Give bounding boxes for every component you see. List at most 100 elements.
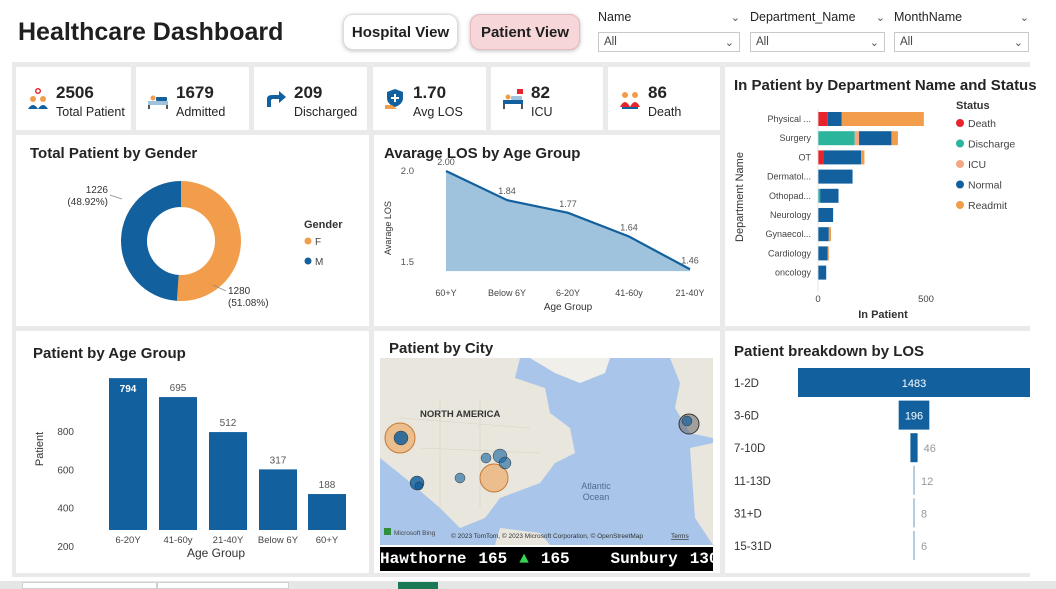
bar-segment-death xyxy=(818,112,828,126)
city-bubble[interactable] xyxy=(393,430,409,446)
legend-label-readmit: Readmit xyxy=(968,200,1007,212)
label-f-percent: (51.08%) xyxy=(228,298,269,309)
los-bar xyxy=(913,498,915,528)
x-tick-label: 41-60y xyxy=(163,535,192,546)
kpi-total-patient[interactable]: 2506 Total Patient xyxy=(16,67,131,130)
icu-bed-icon xyxy=(503,89,523,109)
legend-label-discharge: Discharge xyxy=(968,139,1015,151)
city-bubble[interactable] xyxy=(480,452,492,464)
page-tab[interactable] xyxy=(157,582,289,589)
mourning-icon xyxy=(620,92,640,109)
chevron-down-icon[interactable]: ⌄ xyxy=(1020,11,1029,24)
bar-segment-normal xyxy=(818,227,829,242)
legend-title: Gender xyxy=(304,219,343,231)
los-age-chart-card[interactable]: Avarage LOS by Age Group Avarage LOS Age… xyxy=(374,135,720,326)
ticker-value: 165 xyxy=(540,550,570,568)
month-dropdown[interactable]: All ⌄ xyxy=(894,32,1029,52)
age-group-bar-chart[interactable]: Patient Age Group 80060040020007946-20Y6… xyxy=(16,331,369,573)
data-label: 188 xyxy=(319,480,336,491)
data-label: 1.77 xyxy=(559,199,577,209)
los-bar xyxy=(913,465,915,495)
name-slicer[interactable]: Name ⌄ All ⌄ xyxy=(598,8,740,52)
bar-segment-normal xyxy=(818,265,827,280)
chevron-down-icon[interactable]: ⌄ xyxy=(876,11,885,24)
y-tick-label: 400 xyxy=(57,504,74,515)
city-bubble[interactable] xyxy=(498,456,512,470)
x-tick-label: 6-20Y xyxy=(556,288,580,298)
x-axis-title: Age Group xyxy=(544,302,593,313)
city-bubble[interactable] xyxy=(681,415,693,427)
page-tab[interactable] xyxy=(22,582,157,589)
bar-segment-normal xyxy=(823,150,862,165)
gender-chart-card[interactable]: Total Patient by Gender 1226 (48.92%) 12… xyxy=(16,135,369,326)
bar-segment-readmit xyxy=(891,131,898,146)
category-label: Surgery xyxy=(779,133,811,143)
kpi-admitted[interactable]: 1679 Admitted xyxy=(136,67,249,130)
department-dropdown[interactable]: All ⌄ xyxy=(750,32,885,52)
city-bubble[interactable] xyxy=(414,481,424,491)
bar-segment-normal xyxy=(818,246,828,261)
data-label: 1.64 xyxy=(620,223,638,233)
y-tick-label: 200 xyxy=(57,542,74,553)
name-dropdown[interactable]: All ⌄ xyxy=(598,32,740,52)
category-label: 15-31D xyxy=(734,541,772,553)
kpi-label: Death xyxy=(648,105,682,119)
los-breakdown-card[interactable]: Patient breakdown by LOS 1-2D 1483 3-6D 196… xyxy=(725,331,1030,573)
data-label: 8 xyxy=(921,508,927,520)
hospital-view-button[interactable]: Hospital View xyxy=(343,14,458,50)
city-map-card[interactable]: Patient by City NORTH AMERICA Atlantic O… xyxy=(374,331,720,573)
data-label: 1.46 xyxy=(681,255,699,265)
city-map[interactable]: NORTH AMERICA Atlantic Ocean Microsoft B… xyxy=(380,358,713,545)
kpi-label: Admitted xyxy=(176,105,226,119)
department-chart-card[interactable]: In Patient by Department Name and Status… xyxy=(725,67,1037,326)
data-label: 196 xyxy=(905,411,923,423)
kpi-label: ICU xyxy=(531,105,553,119)
page-tab-active[interactable] xyxy=(398,582,438,589)
card-title: Patient by City xyxy=(389,340,494,357)
x-tick-label: Below 6Y xyxy=(488,288,526,298)
map-terms-link[interactable]: Terms xyxy=(671,533,689,540)
legend-marker-normal xyxy=(956,180,964,189)
category-label: Neurology xyxy=(770,210,812,220)
legend-label-m: M xyxy=(315,257,323,268)
x-axis-title: In Patient xyxy=(858,309,908,321)
page-tabs-strip xyxy=(0,581,1056,589)
city-bubble[interactable] xyxy=(454,472,466,484)
category-label: 7-10D xyxy=(734,443,765,455)
x-tick-label: 21-40Y xyxy=(213,535,244,546)
data-label: 2.00 xyxy=(437,157,455,167)
age-bar xyxy=(159,397,197,530)
department-stacked-bar-chart[interactable]: Department Name In Patient Status Physic… xyxy=(725,67,1030,326)
kpi-icu[interactable]: 82 ICU xyxy=(491,67,603,130)
los-breakdown-chart[interactable]: 1-2D 1483 3-6D 196 7-10D 46 11-13D 12 31+D 8 15-31… xyxy=(725,331,1030,573)
data-label: 794 xyxy=(120,384,137,395)
city-ticker: Hawthorne 165 ▲ 165 Sunbury 130 xyxy=(380,547,713,571)
month-slicer[interactable]: MonthName ⌄ All ⌄ xyxy=(894,8,1029,52)
category-label: Physical ... xyxy=(767,114,811,124)
bar-segment-death xyxy=(818,150,824,165)
category-label: OT xyxy=(799,152,812,162)
legend-title: Status xyxy=(956,100,990,112)
gender-donut-chart[interactable]: 1226 (48.92%) 1280 (51.08%) Gender FM xyxy=(16,135,369,326)
data-label: 12 xyxy=(921,476,933,488)
ocean-label: Atlantic xyxy=(581,481,611,491)
x-tick-label: 60+Y xyxy=(316,535,339,546)
leader-line xyxy=(109,194,123,200)
bar-segment-discharge xyxy=(818,131,855,146)
y-tick-label: 600 xyxy=(57,465,74,476)
kpi-discharged[interactable]: 209 Discharged xyxy=(254,67,367,130)
chevron-down-icon[interactable]: ⌄ xyxy=(731,11,740,24)
legend-marker-discharge xyxy=(956,139,964,148)
patient-view-button[interactable]: Patient View xyxy=(470,14,580,50)
kpi-death[interactable]: 86 Death xyxy=(608,67,720,130)
kpi-avg-los[interactable]: 1.70 Avg LOS xyxy=(373,67,486,130)
month-slicer-label: MonthName xyxy=(894,10,963,24)
bar-segment-icu xyxy=(854,131,860,146)
los-area-chart[interactable]: Avarage LOS Age Group 2.0 1.5 60+Y Below 6Y… xyxy=(374,135,720,326)
department-slicer[interactable]: Department_Name ⌄ All ⌄ xyxy=(750,8,885,52)
kpi-label: Avg LOS xyxy=(413,105,463,119)
age-group-chart-card[interactable]: Patient by Age Group Patient Age Group 8… xyxy=(16,331,369,573)
name-dropdown-value: All xyxy=(604,36,617,48)
y-tick-label: 2.0 xyxy=(401,166,414,177)
bar-segment-normal xyxy=(820,188,839,203)
